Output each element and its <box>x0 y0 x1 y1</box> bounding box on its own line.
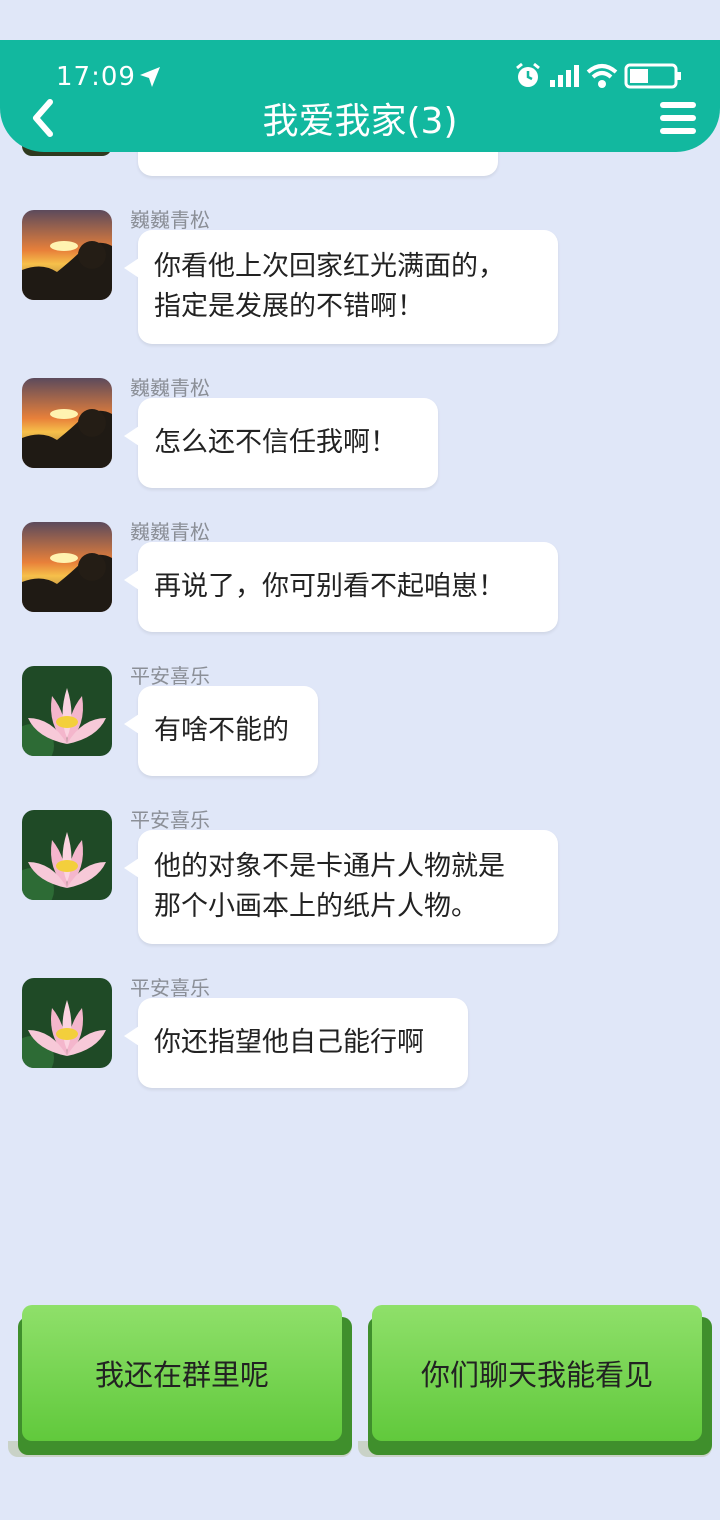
message-text: 再说了，你可别看不起咱崽！ <box>154 571 505 602</box>
message-text: 你看他上次回家红光满面的， 指定是发展的不错啊！ <box>154 247 505 327</box>
message-bubble[interactable]: 你看他上次回家红光满面的， 指定是发展的不错啊！ <box>124 230 558 344</box>
alarm-icon <box>516 62 540 87</box>
reply-option-button[interactable]: 你们聊天我能看见 <box>358 1305 712 1457</box>
reply-option-label[interactable]: 你们聊天我能看见 <box>372 1305 702 1441</box>
message-line: 指定是发展的不错啊！ <box>154 291 424 322</box>
sunset-avatar[interactable] <box>22 210 112 300</box>
message-text: 你还指望他自己能行啊 <box>154 1027 424 1058</box>
message-bubble[interactable]: 再说了，你可别看不起咱崽！ <box>124 542 558 632</box>
sender-name: 平安喜乐 <box>130 808 210 832</box>
message-line: 那个小画本上的纸片人物。 <box>154 891 478 922</box>
message-text: 他的对象不是卡通片人物就是 那个小画本上的纸片人物。 <box>154 847 505 927</box>
lotus-avatar[interactable] <box>22 810 112 900</box>
battery-icon <box>624 63 681 89</box>
top-bar: 17:09 我爱我家(3) <box>0 40 720 152</box>
message-bubble[interactable]: 你还指望他自己能行啊 <box>124 998 468 1088</box>
message-line: 他的对象不是卡通片人物就是 <box>154 851 505 882</box>
sender-name: 平安喜乐 <box>130 664 210 688</box>
status-time: 17:09 <box>56 62 136 92</box>
sunset-avatar[interactable] <box>22 378 112 468</box>
chat-title: 我爱我家(3) <box>262 101 458 142</box>
reply-option-label[interactable]: 我还在群里呢 <box>22 1305 342 1441</box>
message-text: 有啥不能的 <box>154 715 289 746</box>
sender-name: 平安喜乐 <box>130 976 210 1000</box>
sender-name: 巍巍青松 <box>130 520 210 544</box>
sender-name: 巍巍青松 <box>130 376 210 400</box>
message-bubble[interactable]: 有啥不能的 <box>124 686 318 776</box>
wifi-icon <box>586 64 618 88</box>
message-line: 你看他上次回家红光满面的， <box>154 251 505 282</box>
signal-icon <box>550 65 579 87</box>
lotus-avatar[interactable] <box>22 666 112 756</box>
message-bubble[interactable]: 他的对象不是卡通片人物就是 那个小画本上的纸片人物。 <box>124 830 558 944</box>
sender-name: 巍巍青松 <box>130 208 210 232</box>
chat-area[interactable]: 巍巍青松 你看他上次回家红光满面的， 指定是发展的不错啊！ 巍巍青松 怎么还不信… <box>0 0 720 1100</box>
location-arrow-icon <box>140 67 160 87</box>
lotus-avatar[interactable] <box>22 978 112 1068</box>
reply-option-button[interactable]: 我还在群里呢 <box>8 1305 352 1457</box>
message-bubble[interactable]: 怎么还不信任我啊！ <box>124 398 438 488</box>
menu-icon[interactable] <box>658 100 698 136</box>
sunset-avatar[interactable] <box>22 522 112 612</box>
status-icons <box>514 62 682 90</box>
message-text: 怎么还不信任我啊！ <box>154 427 397 458</box>
